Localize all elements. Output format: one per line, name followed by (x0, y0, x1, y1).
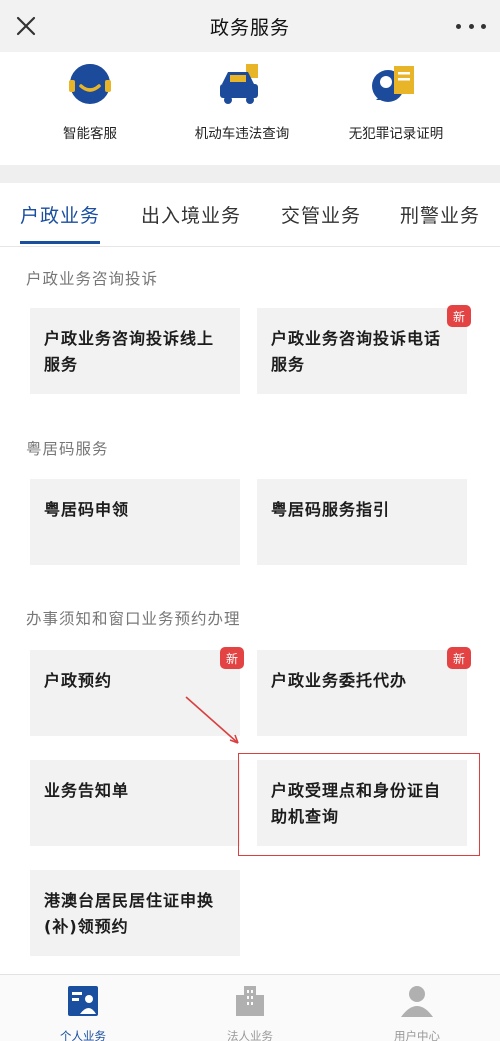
new-badge: 新 (447, 305, 471, 327)
service-card-label: 港澳台居民居住证申换(补)领预约 (44, 891, 215, 936)
service-card-label: 粤居码申领 (44, 500, 130, 519)
service-card[interactable]: 户政业务咨询投诉线上服务 (30, 308, 240, 394)
service-card-label: 户政业务咨询投诉线上服务 (44, 329, 215, 374)
service-card[interactable]: 港澳台居民居住证申换(补)领预约 (30, 870, 240, 956)
service-card-label: 粤居码服务指引 (271, 500, 391, 519)
quick-service-label: 智能客服 (63, 126, 117, 142)
service-card[interactable]: 户政业务委托代办 新 (257, 647, 471, 736)
service-card-label: 业务告知单 (44, 781, 130, 800)
nav-personal-business[interactable]: 个人业务 (28, 983, 138, 1041)
service-card[interactable]: 粤居码申领 (30, 479, 240, 565)
section-title: 户政业务咨询投诉 (26, 270, 159, 288)
quick-services: 智能客服 机动车违法查询 无犯罪记录证明 (0, 52, 500, 165)
tab-household[interactable]: 户政业务 (20, 201, 100, 228)
active-tab-indicator (20, 241, 100, 244)
nav-user-center[interactable]: 用户中心 (362, 983, 472, 1041)
personal-business-icon (68, 986, 98, 1016)
service-card[interactable]: 粤居码服务指引 (257, 479, 467, 565)
nav-label: 法人业务 (227, 1029, 273, 1041)
quick-service-label: 机动车违法查询 (194, 126, 290, 142)
service-card-label: 户政业务咨询投诉电话服务 (271, 329, 442, 374)
more-options-icon[interactable] (456, 14, 486, 38)
quick-service-no-criminal-record[interactable]: 无犯罪记录证明 (326, 60, 466, 142)
page-title: 政务服务 (209, 16, 290, 39)
service-card-label: 户政业务委托代办 (271, 671, 408, 690)
nav-label: 个人业务 (60, 1029, 106, 1041)
no-criminal-record-icon (372, 66, 414, 102)
new-badge: 新 (220, 647, 244, 669)
header-bar: 政务服务 (0, 0, 500, 52)
smart-service-icon (69, 64, 111, 104)
nav-legal-entity-business[interactable]: 法人业务 (195, 983, 305, 1041)
service-card-label: 户政预约 (44, 671, 113, 690)
tab-exit-entry[interactable]: 出入境业务 (141, 201, 241, 228)
service-card[interactable]: 户政受理点和身份证自助机查询 (257, 760, 467, 846)
service-card[interactable]: 业务告知单 (30, 760, 240, 846)
page: 政务服务 智能客服 机动车违法查询 无犯罪记录证明 户政业务 出入境业务 交管业… (0, 0, 500, 1041)
service-card-label: 户政受理点和身份证自助机查询 (271, 781, 442, 826)
category-tabs: 户政业务 出入境业务 交管业务 刑警业务 (0, 183, 500, 247)
bottom-navigation: 个人业务 法人业务 用户中心 (0, 974, 500, 1041)
section-divider (0, 165, 500, 183)
nav-label: 用户中心 (394, 1029, 440, 1041)
vehicle-violation-icon (220, 64, 258, 104)
tab-criminal-police[interactable]: 刑警业务 (400, 201, 480, 228)
service-card[interactable]: 户政预约 新 (30, 647, 244, 736)
close-icon[interactable] (12, 12, 40, 40)
quick-service-vehicle-violation[interactable]: 机动车违法查询 (172, 60, 312, 142)
service-card[interactable]: 户政业务咨询投诉电话服务 新 (257, 305, 471, 394)
section-title: 办事须知和窗口业务预约办理 (26, 610, 241, 628)
quick-service-label: 无犯罪记录证明 (348, 126, 444, 142)
legal-entity-business-icon (236, 986, 264, 1016)
section-title: 粤居码服务 (26, 440, 109, 458)
new-badge: 新 (447, 647, 471, 669)
quick-service-smart-service[interactable]: 智能客服 (20, 60, 160, 142)
tab-traffic[interactable]: 交管业务 (281, 201, 361, 228)
user-center-icon (401, 986, 433, 1017)
